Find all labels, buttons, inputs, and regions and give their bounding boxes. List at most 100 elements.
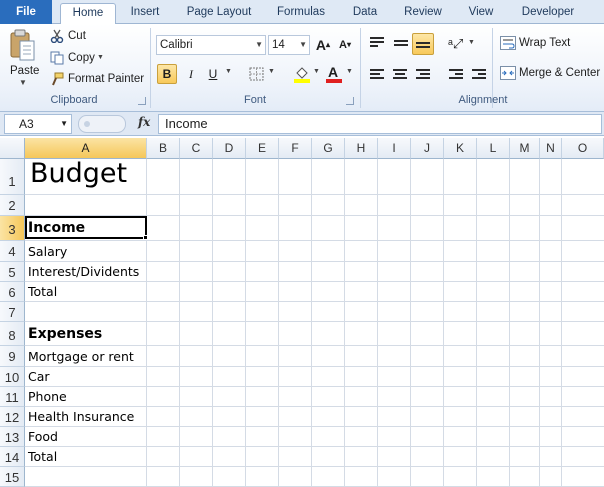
cell-a6[interactable]: Total [28, 284, 57, 299]
grid-line [539, 159, 540, 487]
font-color-icon[interactable]: A [325, 64, 343, 84]
column-header-h[interactable]: H [345, 138, 378, 159]
paste-button[interactable]: Paste [10, 65, 39, 77]
column-header-d[interactable]: D [213, 138, 246, 159]
tab-insert[interactable]: Insert [120, 3, 170, 24]
orientation-icon[interactable]: ᵃ⤢ [448, 36, 463, 52]
borders-icon[interactable] [249, 67, 265, 81]
tab-home[interactable]: Home [60, 3, 116, 25]
column-header-j[interactable]: J [411, 138, 444, 159]
column-header-o[interactable]: O [562, 138, 604, 159]
column-header-m[interactable]: M [510, 138, 540, 159]
increase-indent-icon[interactable] [472, 69, 486, 79]
cell-a11[interactable]: Phone [28, 389, 67, 404]
format-painter-button[interactable]: Format Painter [68, 73, 144, 85]
row-header-10[interactable]: 10 [0, 367, 25, 387]
underline-button[interactable]: U [203, 64, 223, 84]
column-header-k[interactable]: K [444, 138, 477, 159]
row-header-12[interactable]: 12 [0, 407, 25, 427]
cell-a1[interactable]: Budget [30, 158, 127, 189]
copy-button[interactable]: Copy [68, 52, 95, 64]
align-right-icon[interactable] [416, 69, 430, 79]
row-header-8[interactable]: 8 [0, 322, 25, 346]
font-size-value: 14 [272, 39, 285, 51]
clipboard-launcher-icon[interactable] [138, 97, 146, 105]
column-header-b[interactable]: B [147, 138, 180, 159]
fill-color-dropdown-icon[interactable]: ▼ [313, 68, 320, 75]
row-header-13[interactable]: 13 [0, 427, 25, 447]
cut-button[interactable]: Cut [68, 30, 86, 42]
name-box[interactable]: A3 ▼ [4, 114, 72, 134]
column-header-l[interactable]: L [477, 138, 510, 159]
column-header-a[interactable]: A [25, 138, 147, 159]
column-header-e[interactable]: E [246, 138, 279, 159]
row-header-4[interactable]: 4 [0, 241, 25, 262]
row-header-5[interactable]: 5 [0, 262, 25, 282]
tab-page-layout[interactable]: Page Layout [178, 3, 260, 24]
group-divider [360, 28, 361, 108]
cell-a13[interactable]: Food [28, 429, 58, 444]
tab-review[interactable]: Review [396, 3, 450, 24]
row-header-15[interactable]: 15 [0, 467, 25, 487]
font-launcher-icon[interactable] [346, 97, 354, 105]
cell-a5[interactable]: Interest/Dividents [28, 264, 139, 279]
grid-line [25, 386, 604, 387]
font-color-dropdown-icon[interactable]: ▼ [346, 68, 353, 75]
row-header-2[interactable]: 2 [0, 195, 25, 216]
italic-button[interactable]: I [181, 64, 201, 84]
align-center-icon[interactable] [393, 69, 407, 79]
fill-handle[interactable] [143, 235, 148, 240]
column-header-g[interactable]: G [312, 138, 345, 159]
font-size-select[interactable]: 14 ▼ [268, 35, 310, 55]
font-name-select[interactable]: Calibri ▼ [156, 35, 266, 55]
shrink-font-icon[interactable]: A▾ [335, 35, 355, 55]
row-header-7[interactable]: 7 [0, 302, 25, 322]
cell-a10[interactable]: Car [28, 369, 50, 384]
row-header-1[interactable]: 1 [0, 159, 25, 195]
column-header-c[interactable]: C [180, 138, 213, 159]
tab-developer[interactable]: Developer [512, 3, 584, 24]
align-middle-icon[interactable] [394, 40, 408, 50]
align-left-icon[interactable] [370, 69, 384, 79]
row-header-9[interactable]: 9 [0, 346, 25, 367]
tab-view[interactable]: View [458, 3, 504, 24]
select-all-corner[interactable] [0, 138, 25, 159]
column-header-n[interactable]: N [540, 138, 562, 159]
ribbon: Paste ▼ Cut Copy ▼ Format Painter Clipbo… [0, 24, 604, 112]
formula-bar-resize-handle[interactable] [78, 115, 126, 133]
underline-dropdown-icon[interactable]: ▼ [225, 68, 232, 75]
decrease-indent-icon[interactable] [449, 69, 463, 79]
wrap-text-button[interactable]: Wrap Text [519, 37, 570, 49]
grow-font-icon[interactable]: A▴ [313, 35, 333, 55]
column-header-f[interactable]: F [279, 138, 312, 159]
formula-input[interactable]: Income [158, 114, 602, 134]
tab-data[interactable]: Data [342, 3, 388, 24]
row-header-11[interactable]: 11 [0, 387, 25, 407]
column-header-i[interactable]: I [378, 138, 411, 159]
paste-icon[interactable] [9, 29, 37, 63]
row-header-14[interactable]: 14 [0, 447, 25, 467]
tab-file[interactable]: File [0, 0, 52, 24]
row-header-3[interactable]: 3 [0, 216, 25, 241]
orientation-dropdown-icon[interactable]: ▼ [468, 39, 475, 46]
cell-a9[interactable]: Mortgage or rent [28, 349, 134, 364]
bold-button[interactable]: B [157, 64, 177, 84]
cell-a14[interactable]: Total [28, 449, 57, 464]
grid-line [25, 281, 604, 282]
borders-dropdown-icon[interactable]: ▼ [268, 68, 275, 75]
cell-a8[interactable]: Expenses [28, 326, 102, 342]
grid-line [443, 159, 444, 487]
cell-a4[interactable]: Salary [28, 244, 67, 259]
tab-formulas[interactable]: Formulas [268, 3, 334, 24]
spreadsheet-grid[interactable]: A B C D E F G H I J K L M N O 1 2 3 4 5 … [0, 138, 604, 487]
paste-dropdown-arrow-icon[interactable]: ▼ [19, 78, 27, 87]
copy-dropdown-arrow-icon[interactable]: ▼ [97, 54, 104, 61]
align-top-icon[interactable] [370, 37, 384, 47]
cell-a12[interactable]: Health Insurance [28, 409, 134, 424]
merge-center-button[interactable]: Merge & Center [519, 67, 600, 79]
fill-color-icon[interactable] [293, 65, 311, 83]
align-bottom-button[interactable] [412, 33, 434, 55]
grid-line [25, 194, 604, 195]
insert-function-icon[interactable]: fx [138, 115, 150, 129]
row-header-6[interactable]: 6 [0, 282, 25, 302]
